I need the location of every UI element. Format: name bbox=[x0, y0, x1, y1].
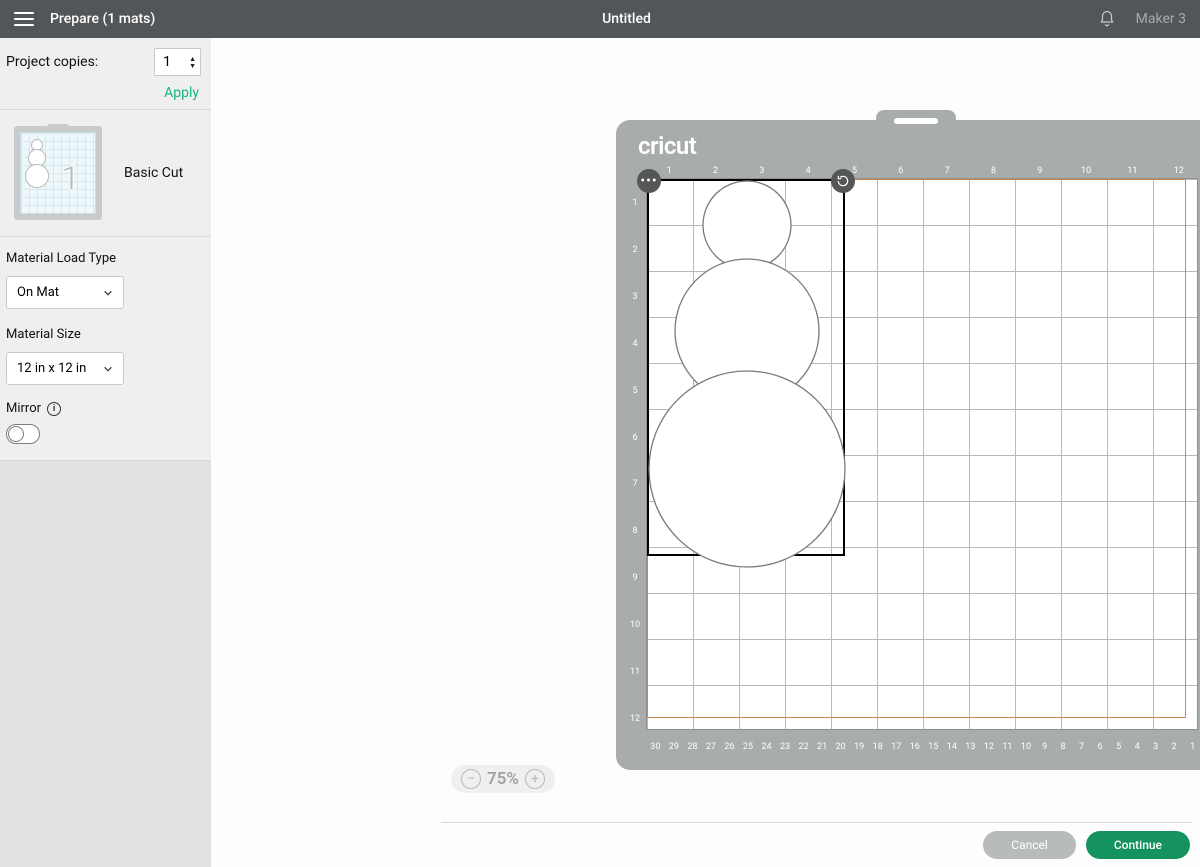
top-bar: Prepare (1 mats) Untitled Maker 3 bbox=[0, 0, 1200, 38]
material-size-value: 12 in x 12 in bbox=[17, 361, 86, 376]
ruler-left: 123456789101112 bbox=[628, 180, 642, 742]
project-copies-row: Project copies: ▲ ▼ bbox=[0, 38, 211, 80]
mirror-toggle[interactable] bbox=[6, 424, 40, 444]
top-bar-left: Prepare (1 mats) bbox=[14, 11, 155, 27]
zoom-value: 75% bbox=[487, 769, 519, 789]
mat-hanger bbox=[876, 110, 956, 130]
divider bbox=[441, 822, 1192, 823]
sidebar: Project copies: ▲ ▼ Apply bbox=[0, 38, 211, 867]
mat-item-label: Basic Cut bbox=[124, 165, 183, 181]
copies-increment[interactable]: ▲ bbox=[189, 56, 196, 62]
prepare-title: Prepare (1 mats) bbox=[50, 11, 155, 27]
footer-buttons: Cancel Continue bbox=[983, 831, 1190, 859]
chevron-down-icon bbox=[103, 288, 113, 298]
more-options-handle[interactable]: ••• bbox=[637, 169, 661, 193]
mat-list-item[interactable]: 1 Basic Cut bbox=[0, 110, 211, 236]
mirror-label: Mirror bbox=[6, 401, 41, 416]
project-copies-stepper[interactable]: ▲ ▼ bbox=[154, 48, 201, 76]
material-load-type-label: Material Load Type bbox=[0, 247, 211, 270]
apply-button[interactable]: Apply bbox=[164, 85, 199, 101]
selection-box[interactable]: ••• bbox=[647, 179, 845, 556]
project-copies-label: Project copies: bbox=[6, 54, 98, 70]
mat-thumbnail-number: 1 bbox=[61, 159, 80, 199]
mat-grid[interactable]: ••• bbox=[646, 178, 1198, 730]
material-load-type-select[interactable]: On Mat bbox=[6, 276, 124, 309]
notifications-icon[interactable] bbox=[1098, 10, 1116, 28]
cancel-button[interactable]: Cancel bbox=[983, 831, 1076, 859]
chevron-down-icon bbox=[103, 364, 113, 374]
top-bar-right: Maker 3 bbox=[1098, 10, 1186, 28]
mat-thumbnail: 1 bbox=[14, 126, 102, 220]
cricut-logo: cricut bbox=[638, 132, 696, 160]
zoom-control: − 75% + bbox=[451, 765, 555, 793]
copies-decrement[interactable]: ▼ bbox=[189, 63, 196, 69]
project-copies-input[interactable] bbox=[155, 49, 189, 75]
rotate-handle[interactable] bbox=[831, 169, 855, 193]
machine-selector[interactable]: Maker 3 bbox=[1136, 11, 1186, 27]
material-size-select[interactable]: 12 in x 12 in bbox=[6, 352, 124, 385]
continue-button[interactable]: Continue bbox=[1086, 831, 1190, 859]
cutting-mat[interactable]: cricut 123456789101112 123456789101112 1… bbox=[616, 120, 1200, 770]
menu-icon[interactable] bbox=[14, 12, 34, 26]
ruler-bottom: 1234567891011121314151617181920212223242… bbox=[646, 742, 1200, 756]
canvas-area[interactable]: cricut 123456789101112 123456789101112 1… bbox=[211, 38, 1200, 867]
zoom-in-button[interactable]: + bbox=[525, 769, 545, 789]
info-icon[interactable]: i bbox=[47, 402, 61, 416]
material-load-type-value: On Mat bbox=[17, 285, 59, 300]
material-size-label: Material Size bbox=[0, 323, 211, 346]
project-title[interactable]: Untitled bbox=[602, 11, 651, 27]
zoom-out-button[interactable]: − bbox=[461, 769, 481, 789]
